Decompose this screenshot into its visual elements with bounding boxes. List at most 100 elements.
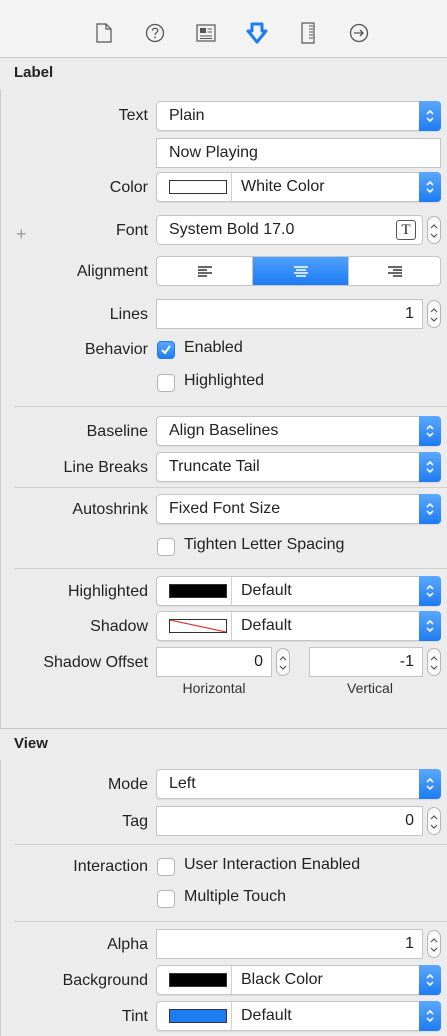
label-section-header: Label <box>0 58 447 90</box>
font-picker-icon[interactable]: T <box>396 220 416 240</box>
background-color-value: Black Color <box>241 971 323 988</box>
shadow-offset-vertical-field[interactable]: -1 <box>309 647 423 677</box>
text-type-value: Plain <box>169 107 205 124</box>
chevron-updown-icon <box>419 611 441 641</box>
lines-field[interactable]: 1 <box>156 299 423 329</box>
alignment-segmented-control <box>156 256 441 286</box>
tint-color-popup[interactable]: Default <box>156 1001 441 1031</box>
label-text-value: Now Playing <box>169 144 258 161</box>
line-breaks-value: Truncate Tail <box>169 458 260 475</box>
align-left-button[interactable] <box>157 257 252 285</box>
highlighted-checkbox[interactable] <box>157 374 175 392</box>
align-center-icon <box>293 266 308 277</box>
alpha-field[interactable]: 1 <box>156 929 423 959</box>
font-size-stepper[interactable] <box>427 216 441 244</box>
tag-value: 0 <box>405 812 414 829</box>
separator <box>14 844 447 845</box>
shadow-label: Shadow <box>90 618 148 635</box>
connections-inspector-icon[interactable] <box>346 20 372 46</box>
add-font-variation-button[interactable]: + <box>16 224 27 245</box>
chevron-updown-icon <box>419 576 441 606</box>
shadow-offset-vertical-stepper[interactable] <box>427 648 441 676</box>
user-interaction-enabled-label: User Interaction Enabled <box>184 856 361 873</box>
lines-label: Lines <box>109 306 148 323</box>
shadow-offset-horizontal-field[interactable]: 0 <box>156 647 272 677</box>
autoshrink-popup[interactable]: Fixed Font Size <box>156 494 441 524</box>
align-center-button[interactable] <box>253 257 348 285</box>
highlighted-color-swatch <box>169 584 227 598</box>
lines-value: 1 <box>405 305 414 322</box>
shadow-offset-horizontal-caption: Horizontal <box>182 680 246 696</box>
font-field[interactable]: System Bold 17.0 T <box>156 215 423 245</box>
align-right-icon <box>388 266 402 277</box>
align-right-button[interactable] <box>349 257 440 285</box>
shadow-offset-vertical-value: -1 <box>399 653 414 670</box>
baseline-value: Align Baselines <box>169 422 279 439</box>
identity-inspector-icon[interactable] <box>193 20 219 46</box>
alpha-stepper[interactable] <box>427 930 441 958</box>
text-type-label: Text <box>118 107 148 124</box>
checkmark-icon <box>161 345 171 355</box>
font-value: System Bold 17.0 <box>169 221 295 238</box>
chevron-updown-icon <box>419 101 441 131</box>
color-popup-divider <box>231 966 232 994</box>
alignment-label: Alignment <box>76 263 148 280</box>
lines-stepper[interactable] <box>427 300 441 328</box>
background-color-popup[interactable]: Black Color <box>156 965 441 995</box>
color-popup[interactable]: White Color <box>156 172 441 202</box>
mode-label: Mode <box>107 776 148 793</box>
line-breaks-popup[interactable]: Truncate Tail <box>156 452 441 482</box>
autoshrink-label: Autoshrink <box>72 501 148 518</box>
attributes-inspector-icon[interactable] <box>244 20 270 46</box>
chevron-updown-icon <box>419 494 441 524</box>
tint-color-value: Default <box>241 1007 292 1024</box>
enabled-checkbox[interactable] <box>157 341 175 359</box>
color-popup-divider <box>231 173 232 201</box>
mode-popup[interactable]: Left <box>156 769 441 799</box>
inspector-tab-bar <box>0 0 447 58</box>
color-label: Color <box>109 179 148 196</box>
chevron-updown-icon <box>419 1001 441 1031</box>
text-type-popup[interactable]: Plain <box>156 101 441 131</box>
user-interaction-enabled-checkbox[interactable] <box>157 858 175 876</box>
color-popup-divider <box>231 577 232 605</box>
mode-value: Left <box>169 775 196 792</box>
baseline-popup[interactable]: Align Baselines <box>156 416 441 446</box>
autoshrink-value: Fixed Font Size <box>169 500 281 517</box>
shadow-color-popup[interactable]: Default <box>156 611 441 641</box>
enabled-checkbox-label: Enabled <box>184 339 243 356</box>
color-value: White Color <box>241 178 325 195</box>
baseline-label: Baseline <box>86 423 148 440</box>
align-left-icon <box>197 266 212 277</box>
tighten-letter-spacing-checkbox[interactable] <box>157 538 175 556</box>
chevron-updown-icon <box>419 452 441 482</box>
color-popup-divider <box>231 1002 232 1030</box>
background-label: Background <box>62 972 148 989</box>
label-text-field[interactable]: Now Playing <box>156 138 441 168</box>
no-color-swatch <box>169 619 227 633</box>
multiple-touch-checkbox[interactable] <box>157 890 175 908</box>
separator <box>14 406 447 407</box>
tag-stepper[interactable] <box>427 807 441 835</box>
chevron-updown-icon <box>419 172 441 202</box>
alpha-label: Alpha <box>107 936 148 953</box>
background-color-swatch <box>169 973 227 987</box>
tint-label: Tint <box>121 1008 148 1025</box>
shadow-offset-vertical-caption: Vertical <box>347 680 393 696</box>
shadow-offset-label: Shadow Offset <box>43 654 148 671</box>
color-popup-divider <box>231 612 232 640</box>
separator <box>14 568 447 569</box>
chevron-updown-icon <box>419 769 441 799</box>
tighten-letter-spacing-label: Tighten Letter Spacing <box>184 536 345 553</box>
panel-left-border <box>0 0 1 1036</box>
tag-label: Tag <box>122 813 148 830</box>
size-inspector-icon[interactable] <box>295 20 321 46</box>
line-breaks-label: Line Breaks <box>63 459 149 476</box>
tag-field[interactable]: 0 <box>156 806 423 836</box>
quick-help-icon[interactable] <box>142 20 168 46</box>
shadow-color-value: Default <box>241 617 292 634</box>
file-inspector-icon[interactable] <box>91 20 117 46</box>
separator <box>14 487 447 488</box>
shadow-offset-horizontal-stepper[interactable] <box>276 648 290 676</box>
highlighted-color-popup[interactable]: Default <box>156 576 441 606</box>
